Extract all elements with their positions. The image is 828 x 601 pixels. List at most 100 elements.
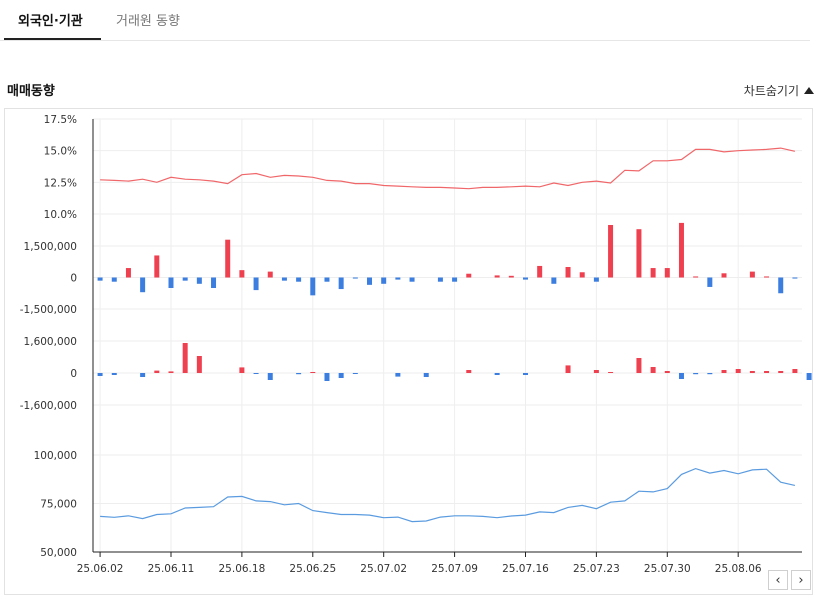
x-tick-label: 25.06.02 (77, 563, 124, 575)
bar-institution_net (664, 371, 670, 373)
y-tick-label-price: 50,000 (40, 547, 77, 559)
bar-foreign_net (522, 277, 528, 280)
chart-prev-button[interactable]: ‹ (768, 570, 788, 590)
hide-chart-label: 차트숨기기 (743, 84, 799, 98)
y-tick-label-foreign_ratio: 12.5% (44, 177, 77, 189)
bar-foreign_net (225, 239, 231, 278)
bar-institution_net (253, 373, 259, 374)
bar-foreign_net (182, 277, 188, 281)
bar-institution_net (792, 369, 798, 373)
bar-foreign_net (296, 277, 302, 282)
tab-bar: 외국인·기관 거래원 동향 (0, 0, 810, 41)
bar-institution_net (721, 370, 727, 373)
x-tick-label: 25.06.18 (219, 563, 266, 575)
bar-institution_net (778, 371, 784, 373)
bar-foreign_net (636, 229, 642, 278)
bar-institution_net (707, 373, 713, 375)
bar-foreign_net (508, 275, 514, 278)
bar-institution_net (267, 373, 273, 380)
bar-foreign_net (693, 276, 699, 278)
bar-institution_net (522, 373, 528, 375)
chevron-left-icon: ‹ (775, 572, 781, 588)
bar-foreign_net (154, 255, 160, 278)
bar-institution_net (310, 372, 316, 373)
caret-up-icon (804, 87, 814, 94)
bar-foreign_net (381, 277, 387, 284)
bar-foreign_net (551, 277, 557, 284)
bar-foreign_net (352, 277, 358, 279)
bar-institution_net (764, 371, 770, 373)
x-tick-label: 25.08.06 (715, 563, 762, 575)
bar-institution_net (196, 356, 202, 373)
bar-foreign_net (579, 272, 585, 278)
bar-institution_net (593, 370, 599, 373)
bar-foreign_net (367, 277, 373, 285)
y-tick-label-foreign_ratio: 17.5% (44, 114, 77, 126)
bar-foreign_net (281, 277, 287, 281)
y-tick-label-foreign_net: -1,500,000 (20, 304, 77, 316)
bar-foreign_net (608, 225, 614, 278)
bar-foreign_net (593, 277, 599, 282)
bar-foreign_net (395, 277, 401, 280)
bar-foreign_net (97, 277, 103, 281)
bar-institution_net (168, 371, 174, 373)
bar-institution_net (494, 373, 500, 375)
bar-foreign_net (792, 277, 798, 279)
x-tick-label: 25.06.25 (289, 563, 336, 575)
x-tick-label: 25.07.02 (360, 563, 407, 575)
active-tab-indicator (4, 38, 101, 40)
y-tick-label-institution_net: 0 (70, 368, 77, 380)
bar-foreign_net (140, 277, 146, 293)
section-title: 매매동향 (7, 84, 55, 99)
series-line-price (100, 467, 796, 523)
y-tick-label-foreign_ratio: 10.0% (44, 209, 77, 221)
bar-institution_net (806, 373, 812, 380)
bar-foreign_net (437, 277, 443, 282)
bar-foreign_net (111, 277, 117, 282)
bar-foreign_net (466, 273, 472, 278)
bar-institution_net (154, 370, 160, 373)
bar-foreign_net (565, 267, 571, 278)
bar-institution_net (735, 369, 741, 373)
bar-foreign_net (310, 277, 316, 296)
bar-foreign_net (452, 277, 458, 282)
bar-foreign_net (537, 265, 543, 278)
bar-institution_net (182, 343, 188, 373)
bar-institution_net (678, 373, 684, 379)
y-tick-label-foreign_net: 0 (70, 273, 77, 285)
bar-institution_net (352, 373, 358, 374)
bar-institution_net (650, 367, 656, 373)
bar-institution_net (395, 373, 401, 377)
tab-broker-trend[interactable]: 거래원 동향 (116, 10, 180, 29)
chart-container: 17.5% 15.0% 12.5% 10.0% 1,500,000 0 -1,500,000… (4, 108, 826, 595)
bar-foreign_net (678, 222, 684, 278)
bar-foreign_net (664, 268, 670, 278)
x-tick-label: 25.07.23 (573, 563, 620, 575)
bar-foreign_net (749, 271, 755, 278)
bar-institution_net (296, 373, 302, 375)
tab-foreign-institution[interactable]: 외국인·기관 (18, 10, 83, 29)
bar-foreign_net (721, 273, 727, 278)
bar-foreign_net (168, 277, 174, 288)
trading-trend-chart: 17.5% 15.0% 12.5% 10.0% 1,500,000 0 -1,500,000… (20, 114, 826, 575)
bar-institution_net (111, 373, 117, 375)
y-tick-label-institution_net: -1,600,000 (20, 400, 77, 412)
y-tick-label-foreign_net: 1,500,000 (24, 241, 77, 253)
x-tick-label: 25.06.11 (148, 563, 195, 575)
bar-foreign_net (239, 270, 245, 278)
y-tick-label-price: 75,000 (40, 499, 77, 511)
bar-institution_net (239, 367, 245, 373)
bar-foreign_net (409, 277, 415, 282)
bar-foreign_net (267, 271, 273, 278)
chart-next-button[interactable]: › (791, 570, 811, 590)
bar-institution_net (324, 373, 330, 381)
y-tick-label-price: 100,000 (34, 450, 77, 462)
bar-foreign_net (338, 277, 344, 290)
hide-chart-button[interactable]: 차트숨기기 (744, 82, 814, 99)
bar-foreign_net (324, 277, 330, 282)
bar-foreign_net (707, 277, 713, 287)
bar-foreign_net (125, 268, 131, 278)
bar-foreign_net (196, 277, 202, 284)
bar-foreign_net (253, 277, 259, 291)
bar-institution_net (338, 373, 344, 378)
